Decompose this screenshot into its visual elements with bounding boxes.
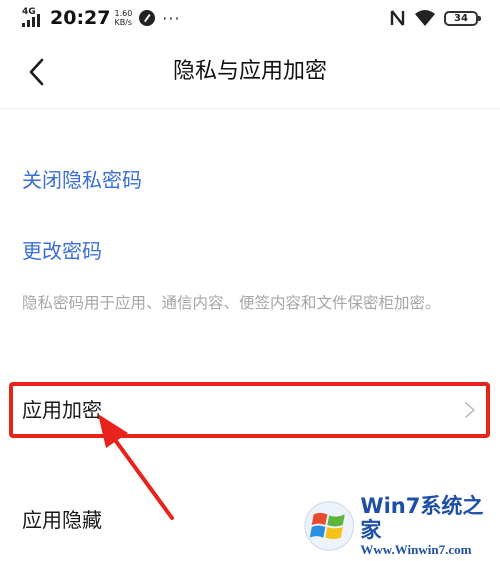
clock: 20:27 bbox=[50, 7, 111, 29]
chevron-right-icon bbox=[465, 402, 475, 418]
speed-value: 1.60 bbox=[114, 9, 133, 18]
header-divider bbox=[0, 108, 500, 109]
change-password-item[interactable]: 更改密码 bbox=[0, 221, 500, 281]
signal-icon bbox=[22, 14, 40, 27]
watermark-text: Win7系统之家 Www.Winwin7.com bbox=[360, 494, 500, 558]
watermark: Win7系统之家 Www.Winwin7.com bbox=[304, 490, 500, 561]
back-button[interactable] bbox=[18, 54, 54, 90]
more-notifications-icon: ··· bbox=[162, 8, 181, 28]
battery-icon: 34 bbox=[444, 10, 481, 26]
close-privacy-password-label: 关闭隐私密码 bbox=[22, 168, 142, 192]
change-password-label: 更改密码 bbox=[22, 239, 102, 263]
app-hide-label: 应用隐藏 bbox=[22, 508, 102, 532]
wifi-icon bbox=[415, 10, 435, 26]
network-speed: 1.60 KB/s bbox=[114, 9, 132, 27]
watermark-brand: Win7系统之家 bbox=[360, 493, 484, 542]
page-header: 隐私与应用加密 bbox=[0, 36, 500, 108]
chevron-left-icon bbox=[29, 58, 44, 86]
status-left: 4G 20:27 1.60 KB/s ··· bbox=[22, 6, 181, 30]
network-indicator: 4G bbox=[22, 8, 46, 28]
app-encryption-item[interactable]: 应用加密 bbox=[0, 380, 500, 440]
app-notification-icon bbox=[139, 10, 156, 26]
watermark-url: Www.Winwin7.com bbox=[360, 541, 472, 557]
battery-level: 34 bbox=[454, 12, 468, 24]
close-privacy-password-item[interactable]: 关闭隐私密码 bbox=[0, 150, 500, 210]
privacy-hint-text: 隐私密码用于应用、通信内容、便签内容和文件保密柜加密。 bbox=[22, 294, 441, 312]
speed-unit: KB/s bbox=[114, 18, 133, 27]
windows-logo-icon bbox=[304, 500, 354, 551]
page-title: 隐私与应用加密 bbox=[172, 59, 327, 84]
nfc-icon bbox=[390, 10, 405, 26]
status-bar: 4G 20:27 1.60 KB/s ··· 34 bbox=[0, 0, 500, 36]
status-right: 34 bbox=[390, 6, 481, 30]
app-encryption-label: 应用加密 bbox=[22, 398, 102, 422]
